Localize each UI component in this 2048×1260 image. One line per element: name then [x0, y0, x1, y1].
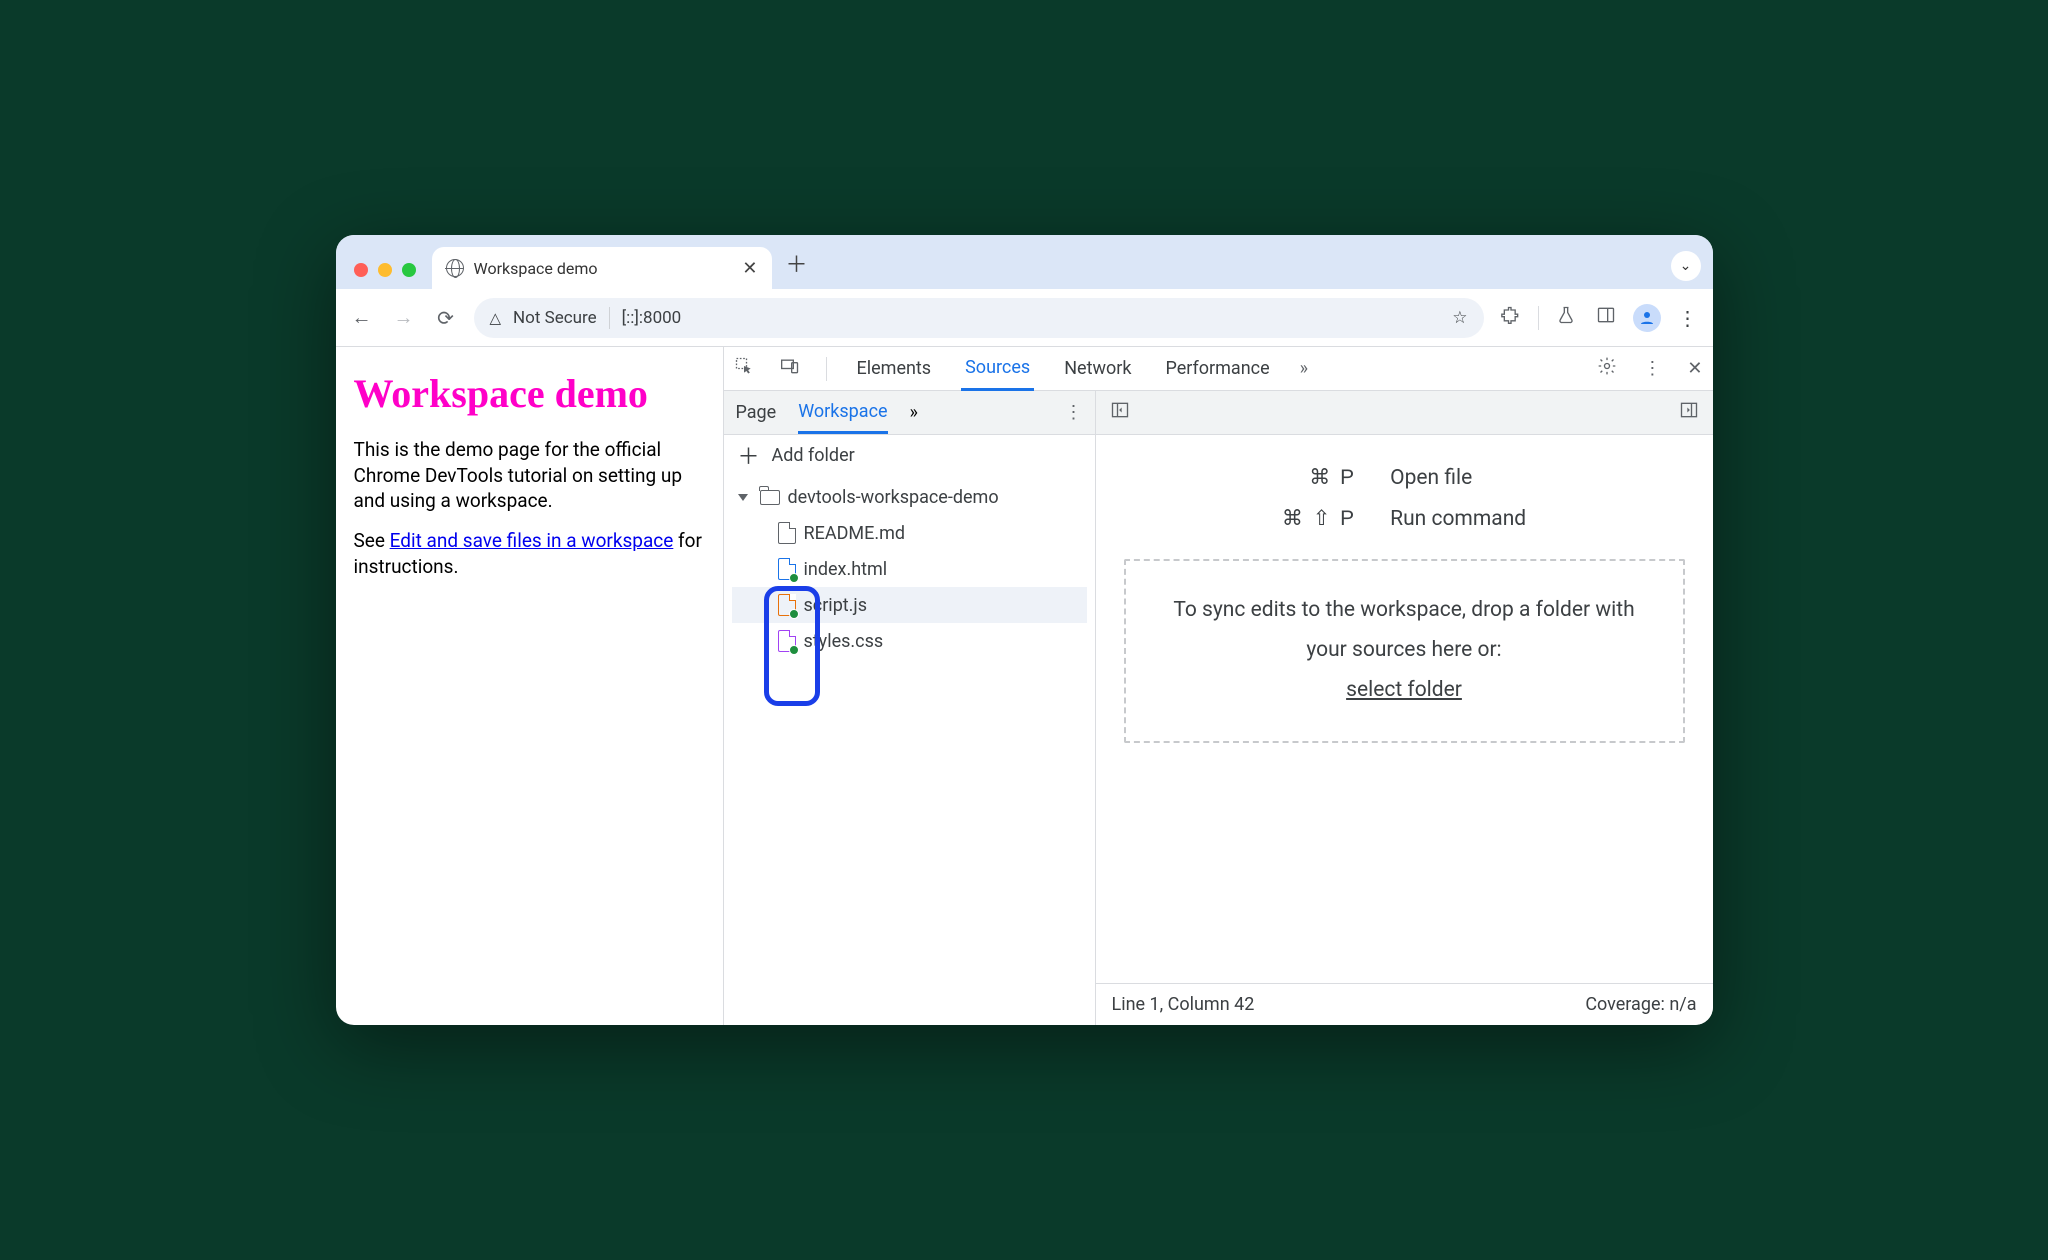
browser-toolbar: ← → ⟳ △ Not Secure [::]:8000 ☆ ⋮ [336, 289, 1713, 347]
tab-performance[interactable]: Performance [1161, 347, 1273, 390]
file-label: index.html [804, 559, 888, 580]
devtools-menu-icon[interactable]: ⋮ [1643, 358, 1661, 379]
folder-label: devtools-workspace-demo [788, 487, 999, 508]
file-css-icon [778, 630, 796, 652]
window-controls [348, 263, 424, 289]
close-devtools-icon[interactable]: ✕ [1687, 358, 1702, 379]
file-label: script.js [804, 595, 868, 616]
forward-button[interactable]: → [390, 305, 418, 330]
workspace-dropzone[interactable]: To sync edits to the workspace, drop a f… [1124, 559, 1685, 743]
close-window-button[interactable] [354, 263, 368, 277]
navigator-tab-page[interactable]: Page [736, 391, 777, 434]
security-label: Not Secure [513, 308, 597, 328]
page-heading: Workspace demo [354, 367, 705, 421]
globe-icon [446, 259, 464, 277]
run-command-label: Run command [1390, 507, 1526, 531]
divider [826, 357, 827, 381]
navigator-pane: Page Workspace » ⋮ ＋ Add folder devtool [724, 391, 1096, 1025]
close-tab-button[interactable]: ✕ [742, 258, 757, 279]
bookmark-icon[interactable]: ☆ [1452, 308, 1467, 328]
navigator-tab-workspace[interactable]: Workspace [798, 391, 887, 434]
tab-search-button[interactable]: ⌄ [1671, 251, 1701, 281]
folder-icon [760, 490, 780, 505]
side-panel-button[interactable] [1593, 305, 1619, 330]
cursor-position: Line 1, Column 42 [1112, 994, 1255, 1015]
tutorial-link[interactable]: Edit and save files in a workspace [390, 529, 674, 552]
rendered-page: Workspace demo This is the demo page for… [336, 347, 724, 1025]
address-bar[interactable]: △ Not Secure [::]:8000 ☆ [474, 298, 1484, 338]
browser-tab[interactable]: Workspace demo ✕ [432, 247, 772, 289]
new-tab-button[interactable]: ＋ [780, 247, 814, 289]
file-label: styles.css [804, 631, 884, 652]
menu-button[interactable]: ⋮ [1675, 306, 1701, 330]
tab-network[interactable]: Network [1060, 347, 1135, 390]
tree-file-script[interactable]: script.js [732, 587, 1087, 623]
page-paragraph: This is the demo page for the official C… [354, 437, 705, 514]
profile-button[interactable] [1633, 304, 1661, 332]
file-tree: devtools-workspace-demo README.md index.… [724, 475, 1095, 663]
back-button[interactable]: ← [348, 305, 376, 330]
editor-status-bar: Line 1, Column 42 Coverage: n/a [1096, 983, 1713, 1025]
tab-sources[interactable]: Sources [961, 348, 1034, 391]
more-tabs-icon[interactable]: » [1300, 358, 1308, 379]
page-instructions: See Edit and save files in a workspace f… [354, 528, 705, 579]
devtools-body: Page Workspace » ⋮ ＋ Add folder devtool [724, 391, 1713, 1025]
tab-strip: Workspace demo ✕ ＋ ⌄ [336, 235, 1713, 289]
labs-button[interactable] [1553, 305, 1579, 330]
editor-header [1096, 391, 1713, 435]
select-folder-link[interactable]: select folder [1166, 671, 1643, 711]
toggle-debugger-icon[interactable] [1679, 400, 1699, 425]
minimize-window-button[interactable] [378, 263, 392, 277]
editor-main: ⌘ P Open file ⌘ ⇧ P Run command To sync … [1096, 435, 1713, 983]
file-icon [778, 522, 796, 544]
file-js-icon [778, 594, 796, 616]
tree-file-styles[interactable]: styles.css [732, 623, 1087, 659]
settings-icon[interactable] [1597, 356, 1617, 381]
tab-title: Workspace demo [474, 259, 733, 278]
toggle-navigator-icon[interactable] [1110, 400, 1130, 425]
content-area: Workspace demo This is the demo page for… [336, 347, 1713, 1025]
device-toggle-icon[interactable] [780, 356, 800, 381]
reload-button[interactable]: ⟳ [432, 306, 460, 330]
run-command-keys: ⌘ ⇧ P [1282, 506, 1356, 531]
divider [1538, 306, 1539, 330]
navigator-tab-bar: Page Workspace » ⋮ [724, 391, 1095, 435]
extensions-button[interactable] [1498, 305, 1524, 330]
url-text: [::]:8000 [622, 308, 682, 328]
coverage-status: Coverage: n/a [1585, 994, 1696, 1015]
add-folder-button[interactable]: ＋ Add folder [724, 435, 1095, 475]
inspect-icon[interactable] [734, 356, 754, 381]
devtools-panel: Elements Sources Network Performance » ⋮… [724, 347, 1713, 1025]
tree-file-readme[interactable]: README.md [732, 515, 1087, 551]
tree-folder-root[interactable]: devtools-workspace-demo [732, 479, 1087, 515]
divider [609, 307, 610, 329]
browser-window: Workspace demo ✕ ＋ ⌄ ← → ⟳ △ Not Secure … [336, 235, 1713, 1025]
warning-icon: △ [490, 309, 502, 327]
file-html-icon [778, 558, 796, 580]
editor-pane: ⌘ P Open file ⌘ ⇧ P Run command To sync … [1096, 391, 1713, 1025]
navigator-menu-icon[interactable]: ⋮ [1065, 402, 1083, 423]
tab-elements[interactable]: Elements [853, 347, 936, 390]
maximize-window-button[interactable] [402, 263, 416, 277]
tree-file-index[interactable]: index.html [732, 551, 1087, 587]
more-nav-tabs-icon[interactable]: » [910, 402, 918, 423]
devtools-tab-bar: Elements Sources Network Performance » ⋮… [724, 347, 1713, 391]
plus-icon: ＋ [738, 439, 760, 471]
open-file-keys: ⌘ P [1282, 465, 1356, 490]
open-file-label: Open file [1390, 466, 1526, 490]
file-label: README.md [804, 523, 906, 544]
shortcuts-hint: ⌘ P Open file ⌘ ⇧ P Run command [1282, 465, 1526, 531]
dropzone-text: To sync edits to the workspace, drop a f… [1166, 591, 1643, 671]
expand-icon [738, 494, 748, 501]
